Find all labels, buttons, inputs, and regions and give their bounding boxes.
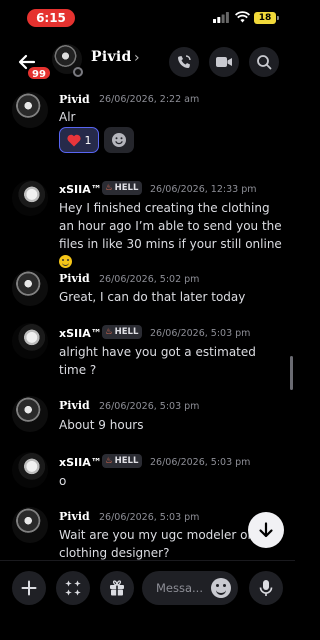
channel-name[interactable]: Pivid (91, 49, 132, 65)
emoji-icon (112, 133, 126, 147)
cellular-signal-icon (213, 12, 229, 23)
message-author[interactable]: Pivid (59, 272, 90, 285)
voice-message-button[interactable] (249, 571, 283, 605)
avatar[interactable] (12, 270, 48, 306)
avatar[interactable] (12, 507, 48, 543)
message-timestamp: 26/06/2026, 5:03 pm (99, 512, 200, 523)
search-button[interactable] (249, 47, 279, 77)
message-text: Great, I can do that later today (59, 290, 246, 304)
status-indicator (73, 67, 83, 77)
message-author[interactable]: xSIIA™ (59, 183, 102, 196)
add-reaction-button[interactable] (104, 127, 134, 153)
avatar[interactable] (12, 452, 48, 488)
avatar[interactable] (12, 92, 48, 128)
server-tag[interactable]: ♨ HELL (102, 454, 143, 468)
chat-header: 99 Pivid › (0, 38, 295, 86)
message-author[interactable]: xSIIA™ (59, 456, 102, 469)
status-bar: 6:15 18 (0, 0, 295, 36)
arrow-down-icon (259, 522, 273, 538)
microphone-icon (259, 580, 273, 596)
gift-icon (110, 580, 124, 596)
video-icon (216, 57, 232, 67)
apps-icon (65, 580, 81, 596)
call-button[interactable] (169, 47, 199, 77)
message-author[interactable]: Pivid (59, 399, 90, 412)
emoji-icon[interactable] (211, 578, 231, 598)
scrollbar[interactable] (290, 356, 293, 390)
message-text: Alr (59, 110, 76, 124)
message-timestamp: 26/06/2026, 2:22 am (99, 94, 200, 105)
server-tag[interactable]: ♨ HELL (102, 181, 143, 195)
message-text: o (59, 474, 67, 488)
message-author[interactable]: xSIIA™ (59, 327, 102, 340)
call-icon (177, 55, 191, 69)
avatar[interactable] (12, 180, 48, 216)
jump-to-latest-button[interactable] (248, 512, 284, 548)
avatar[interactable] (12, 323, 48, 359)
status-time: 6:15 (27, 9, 75, 27)
reaction-heart[interactable]: 1 (59, 127, 99, 153)
message-timestamp: 26/06/2026, 5:03 pm (150, 457, 251, 468)
apps-button[interactable] (56, 571, 90, 605)
message-composer (0, 560, 295, 640)
message-text: alright have you got a estimated time ? (59, 345, 256, 377)
smiling-face-icon (59, 255, 72, 268)
avatar[interactable] (12, 396, 48, 432)
unread-badge: 99 (26, 65, 52, 81)
reaction-count: 1 (84, 133, 92, 147)
message-timestamp: 26/06/2026, 5:03 pm (99, 401, 200, 412)
server-tag[interactable]: ♨ HELL (102, 325, 143, 339)
add-attachment-button[interactable] (12, 571, 46, 605)
wifi-icon (235, 11, 250, 23)
plus-icon (21, 580, 37, 596)
message-author[interactable]: Pivid (59, 93, 90, 106)
chevron-right-icon[interactable]: › (134, 50, 140, 66)
video-call-button[interactable] (209, 47, 239, 77)
message-timestamp: 26/06/2026, 5:03 pm (150, 328, 251, 339)
message-text: About 9 hours (59, 418, 144, 432)
message-author[interactable]: Pivid (59, 510, 90, 523)
message-timestamp: 26/06/2026, 12:33 pm (150, 184, 257, 195)
gift-button[interactable] (100, 571, 134, 605)
battery-indicator: 18 (254, 12, 279, 24)
heart-icon (66, 134, 81, 146)
flame-icon: ♨ (105, 456, 113, 466)
search-icon (257, 55, 272, 70)
flame-icon: ♨ (105, 183, 113, 193)
message-timestamp: 26/06/2026, 5:02 pm (99, 274, 200, 285)
message-text: Wait are you my ugc modeler or clothing … (59, 528, 253, 560)
message-text: Hey I finished creating the clothing an … (59, 199, 284, 271)
flame-icon: ♨ (105, 327, 113, 337)
